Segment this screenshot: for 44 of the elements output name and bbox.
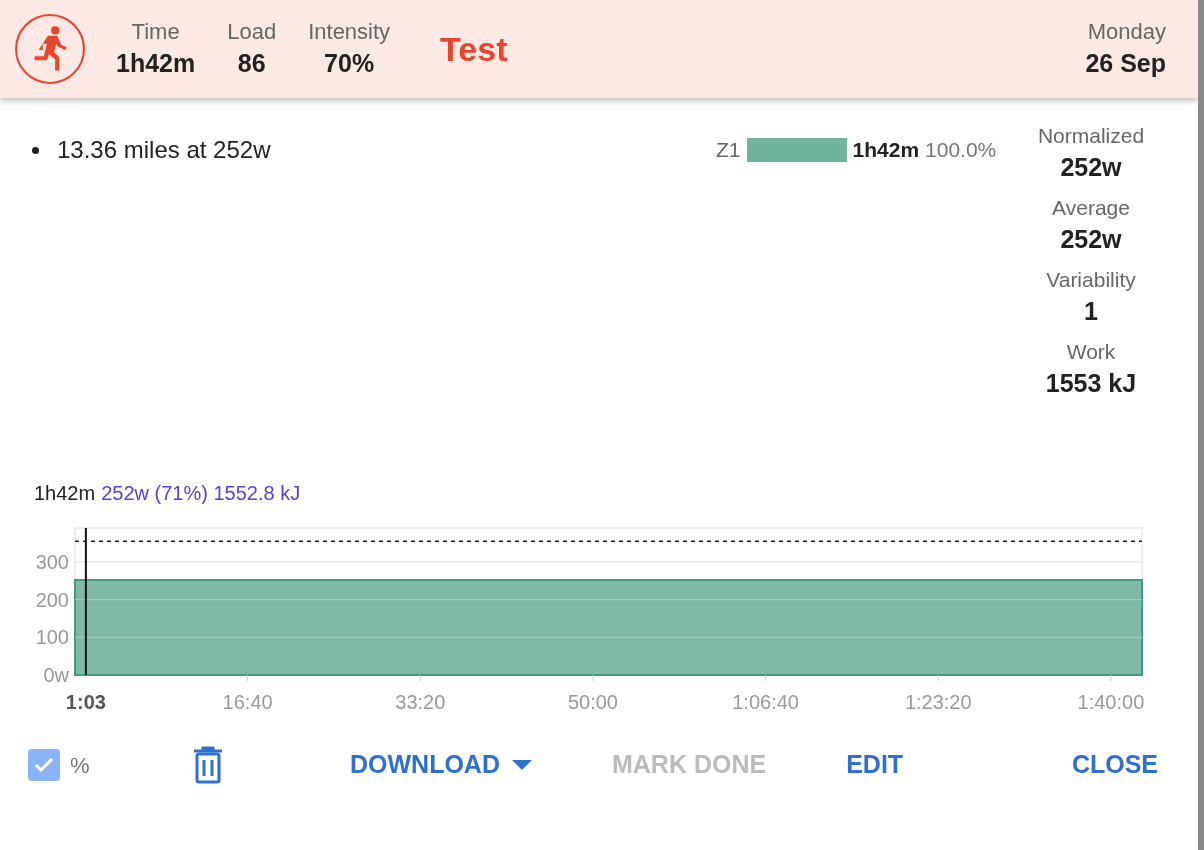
stat-label: Intensity — [308, 18, 391, 46]
summary-time: 1h42m — [34, 481, 96, 506]
stat-value: 86 — [237, 48, 266, 79]
date-label: 26 Sep — [1085, 48, 1166, 79]
stat-label: Time — [131, 18, 180, 46]
metric-label: Average — [1052, 195, 1130, 221]
x-axis-label: 1:06:40 — [732, 691, 799, 713]
x-axis-label: 33:20 — [395, 691, 446, 713]
bullet-icon — [32, 146, 39, 154]
cursor-time-label: 1:03 — [65, 691, 106, 713]
workout-title: Test — [440, 28, 508, 70]
stat-value: 1h42m — [116, 48, 196, 79]
action-button[interactable]: CLOSE — [1059, 740, 1170, 790]
zone-time: 1h42m — [852, 137, 920, 163]
x-axis-label: 16:40 — [222, 691, 273, 713]
metric-value: 1 — [1084, 296, 1098, 327]
metric-value: 252w — [1060, 224, 1122, 255]
trash-icon — [192, 745, 224, 785]
x-axis-label: 50:00 — [567, 691, 618, 713]
day-label: Monday — [1087, 18, 1166, 46]
y-axis-label: 100 — [35, 626, 69, 649]
running-icon — [14, 13, 86, 85]
description-text: 13.36 miles at 252w — [57, 135, 271, 165]
stat-label: Load — [227, 18, 277, 46]
download-button[interactable]: DOWNLOAD — [338, 740, 544, 790]
action-button[interactable]: EDIT — [834, 740, 916, 790]
metric-value: 1553 kJ — [1045, 368, 1137, 399]
x-axis-label: 1:40:00 — [1077, 691, 1145, 713]
metric-label: Variability — [1046, 267, 1136, 293]
checkbox-label: % — [70, 751, 90, 780]
metric-label: Work — [1066, 339, 1116, 365]
x-axis-label: 1:23:20 — [904, 691, 972, 713]
metric-label: Normalized — [1037, 123, 1145, 149]
y-axis-label: 200 — [35, 588, 69, 611]
y-axis-label: 0w — [43, 664, 69, 686]
stat-value: 70% — [324, 48, 375, 79]
y-axis-label: 300 — [35, 550, 69, 573]
action-button: MARK DONE — [600, 740, 779, 790]
zone-name: Z1 — [716, 137, 741, 163]
zone-percent: 100.0% — [925, 137, 997, 163]
percent-checkbox[interactable] — [28, 749, 60, 781]
summary-power: 252w (71%) 1552.8 kJ — [101, 481, 301, 506]
caret-icon — [512, 759, 532, 771]
metric-value: 252w — [1060, 152, 1122, 183]
